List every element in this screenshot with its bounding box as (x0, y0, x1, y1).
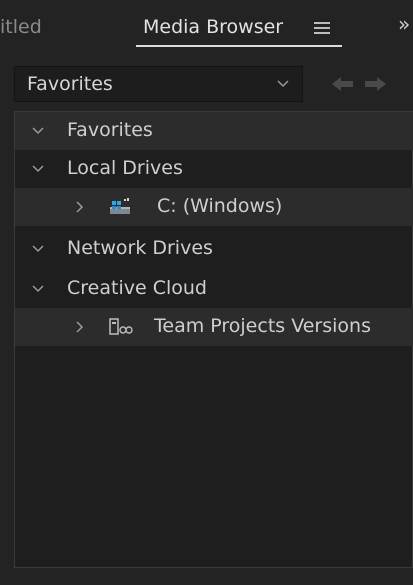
tree-item-creative-cloud[interactable]: Creative Cloud (15, 270, 413, 308)
navigation-arrows (330, 74, 392, 94)
chevron-down-icon[interactable] (31, 282, 45, 296)
chevron-right-icon[interactable] (73, 320, 87, 334)
chevron-down-icon (277, 80, 289, 88)
tree-item-favorites[interactable]: Favorites (15, 112, 413, 150)
arrow-left-icon[interactable] (330, 74, 356, 94)
team-projects-icon (109, 318, 133, 335)
active-tab-underline (136, 45, 342, 47)
dropdown-selected-value: Favorites (27, 73, 113, 95)
tree-item-label: Creative Cloud (67, 277, 207, 299)
tree-item-c-windows[interactable]: C: (Windows) (15, 188, 413, 226)
chevron-down-icon[interactable] (31, 124, 45, 138)
location-dropdown[interactable]: Favorites (14, 66, 303, 102)
tree-item-label: C: (Windows) (157, 195, 283, 217)
tree-item-network-drives[interactable]: Network Drives (15, 230, 413, 268)
tree-item-label: Local Drives (67, 157, 183, 179)
media-browser-panel: itled Media Browser » Favorites Favorite… (0, 0, 413, 585)
panel-bottom-edge (0, 568, 413, 585)
tab-overflow-button[interactable]: » (398, 12, 410, 36)
chevron-down-icon[interactable] (31, 242, 45, 256)
folder-tree: Favorites Local Drives C: (Windows) Netw… (14, 111, 413, 568)
chevron-down-icon[interactable] (31, 162, 45, 176)
tab-untitled[interactable]: itled (0, 16, 42, 38)
tree-item-team-projects-versions[interactable]: Team Projects Versions (15, 308, 413, 346)
tree-item-label: Network Drives (67, 237, 213, 259)
arrow-right-icon[interactable] (362, 74, 388, 94)
tree-item-local-drives[interactable]: Local Drives (15, 150, 413, 188)
windows-drive-icon (110, 198, 130, 214)
panel-tab-bar: itled Media Browser » (0, 0, 413, 50)
chevron-right-icon[interactable] (73, 200, 87, 214)
tab-media-browser[interactable]: Media Browser (143, 16, 283, 38)
tree-item-label: Favorites (67, 119, 153, 141)
hamburger-icon[interactable] (314, 22, 330, 34)
tree-item-label: Team Projects Versions (154, 315, 371, 337)
